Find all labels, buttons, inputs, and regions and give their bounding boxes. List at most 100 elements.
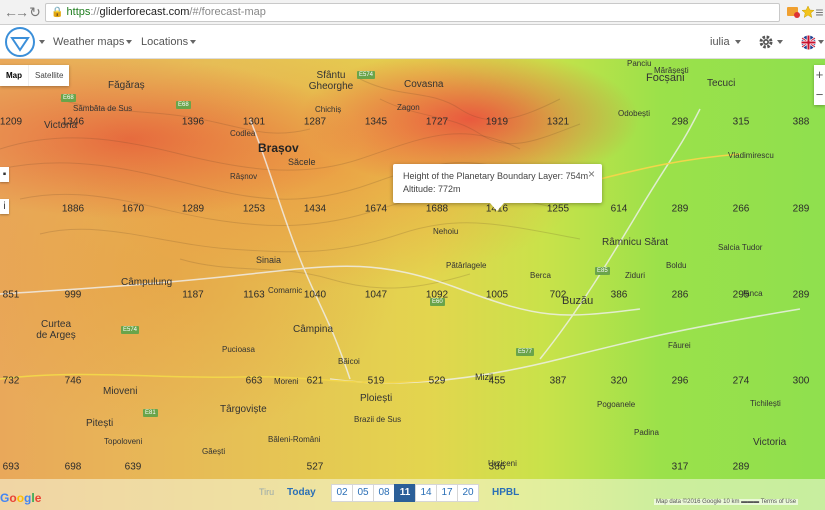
user-menu[interactable]: iulia (710, 25, 741, 59)
grid-value: 698 (64, 461, 82, 473)
browser-menu-icon[interactable]: ≡ (814, 3, 825, 21)
grid-value: 1005 (485, 289, 509, 301)
grid-value: 1346 (61, 116, 85, 128)
grid-value: 663 (245, 375, 263, 387)
grid-value: 296 (671, 375, 689, 387)
close-icon[interactable]: × (588, 168, 595, 180)
zoom-control: + − (814, 65, 825, 105)
hour-button[interactable]: 14 (415, 484, 437, 502)
place-label: Câmpulung (121, 277, 173, 288)
place-label: Berca (530, 271, 551, 280)
hour-button[interactable]: 20 (457, 484, 479, 502)
locations-menu[interactable]: Locations (141, 25, 197, 59)
grid-value: 614 (610, 203, 628, 215)
zoom-out-button[interactable]: − (814, 85, 825, 105)
hour-button-active[interactable]: 11 (394, 484, 416, 502)
grid-value: 274 (732, 375, 750, 387)
grid-value: 999 (64, 289, 82, 301)
map-type-satellite-button[interactable]: Satellite (28, 65, 69, 86)
place-label: Râșnov (230, 172, 258, 181)
chevron-down-icon (734, 40, 741, 45)
info-icon[interactable]: i (0, 199, 9, 214)
place-label: Tichilești (750, 399, 781, 408)
place-label: Câmpina (293, 324, 334, 335)
logo-caret-icon[interactable] (39, 40, 45, 44)
grid-value: 266 (732, 203, 750, 215)
url-host: gliderforecast.com (99, 6, 190, 18)
place-label: Brazii de Sus (354, 415, 402, 424)
place-label: Făgăraș (108, 80, 145, 91)
chevron-down-icon (818, 40, 824, 45)
place-label: Odobești (618, 109, 651, 118)
place-label: Sâmbăta de Sus (73, 104, 133, 113)
grid-value: 1688 (425, 203, 449, 215)
grid-value: 388 (792, 116, 810, 128)
reload-icon[interactable]: ↻ (26, 3, 44, 21)
bookmark-star-icon[interactable] (801, 5, 815, 19)
layer-toggle-icon[interactable]: ▪ (0, 167, 9, 182)
hour-button[interactable]: 02 (331, 484, 353, 502)
place-label: Găești (202, 447, 226, 456)
hour-button[interactable]: 05 (352, 484, 374, 502)
grid-value: 317 (671, 461, 689, 473)
place-label: Râmnicu Sărat (602, 237, 669, 248)
language-menu[interactable] (801, 25, 824, 59)
grid-value: 386 (610, 289, 628, 301)
place-label: Mioveni (103, 386, 138, 397)
weather-maps-menu[interactable]: Weather maps (53, 25, 133, 59)
browser-toolbar: ← → ↻ 🔒 https://gliderforecast.com/#/for… (0, 0, 825, 25)
place-label: Moreni (274, 377, 299, 386)
grid-value: 1670 (121, 203, 145, 215)
popup-hpbl-text: Height of the Planetary Boundary Layer: … (403, 171, 589, 181)
road-badge: E85 (595, 267, 610, 275)
forecast-map[interactable]: Map Satellite + − ▪ i Făgăraș Sâmbăta de… (0, 59, 825, 510)
timeline-bar: Google Tiru Today 02 05 08 11 14 17 20 H… (0, 479, 825, 510)
extension-icon[interactable] (786, 5, 800, 19)
place-label: Curtea de Argeș (36, 319, 76, 341)
grid-value: 1321 (546, 116, 570, 128)
place-label: Săcele (288, 157, 316, 167)
settings-menu[interactable] (757, 25, 783, 59)
hour-button[interactable]: 08 (373, 484, 395, 502)
glider-logo-icon[interactable] (4, 26, 36, 58)
grid-value: 289 (792, 289, 810, 301)
chevron-down-icon (126, 40, 133, 45)
place-label: Sinaia (256, 255, 282, 265)
map-attribution[interactable]: Map data ©2016 Google 10 km ▬▬▬ Terms of… (654, 499, 799, 505)
grid-value: 298 (671, 116, 689, 128)
place-label: Pătârlagele (446, 261, 487, 270)
map-type-map-button[interactable]: Map (0, 65, 28, 86)
hour-button[interactable]: 17 (436, 484, 458, 502)
road-badge: E574 (357, 71, 376, 79)
grid-value: 1919 (485, 116, 509, 128)
popup-altitude-text: Altitude: 772m (403, 184, 461, 194)
place-label: Brașov (258, 141, 299, 155)
place-label: Salcia Tudor (718, 243, 763, 252)
grid-value: 1674 (364, 203, 388, 215)
place-label: Băicoi (338, 357, 360, 366)
place-label: Buzău (562, 295, 594, 307)
zoom-in-button[interactable]: + (814, 65, 825, 85)
grid-value: 519 (367, 375, 385, 387)
google-logo: Google (0, 491, 42, 505)
grid-value: 1163 (243, 289, 265, 301)
chevron-down-icon (777, 40, 783, 45)
place-label: Comarnic (268, 286, 303, 295)
lock-icon: 🔒 (51, 7, 64, 18)
place-label: Boldu (666, 261, 687, 270)
app-header: Weather maps Locations iulia (0, 25, 825, 59)
place-label: Padina (634, 428, 659, 437)
address-bar[interactable]: 🔒 https://gliderforecast.com/#/forecast-… (45, 3, 780, 22)
hpbl-button[interactable]: HPBL (492, 487, 519, 498)
grid-value: 289 (732, 461, 750, 473)
gear-icon (759, 35, 773, 49)
grid-value: 1301 (242, 116, 266, 128)
grid-value: 455 (488, 375, 506, 387)
place-label: Tecuci (707, 78, 736, 89)
place-label: Codlea (230, 129, 256, 138)
today-button[interactable]: Today (287, 487, 316, 498)
chevron-down-icon (190, 40, 197, 45)
grid-value: 732 (2, 375, 20, 387)
place-label: Covasna (404, 79, 444, 90)
grid-value: 1092 (425, 289, 449, 301)
